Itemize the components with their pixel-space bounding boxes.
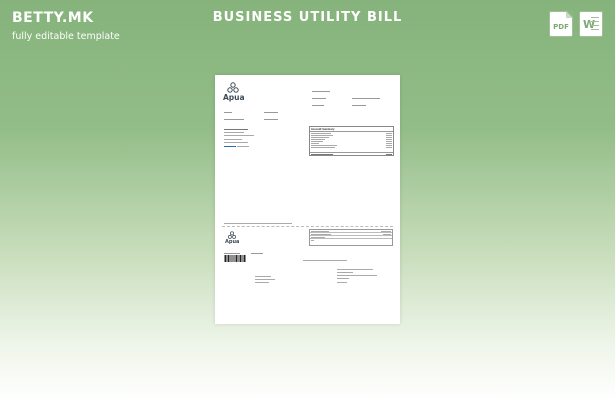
text-line [224,253,240,254]
text-line [264,119,278,120]
summary-total-row [310,152,393,155]
page-title: BUSINESS UTILITY BILL [212,10,403,25]
text-line [312,105,324,106]
word-lines [591,17,599,33]
word-file-icon[interactable]: W [579,11,603,37]
text-line [251,253,263,254]
text-line [224,119,244,120]
text-line [337,272,353,273]
barcode [224,255,246,262]
pdf-label: PDF [553,23,569,31]
text-line [337,278,349,279]
text-line [224,223,292,224]
link-line [224,146,236,147]
bill-preview[interactable]: Apua Account Summary Apua [215,75,400,324]
text-line [337,275,377,276]
text-line [224,139,242,140]
stub-row [310,239,392,245]
text-line [224,129,248,130]
logo-wordmark: Apua [223,93,245,102]
cut-line [222,226,393,227]
text-line [224,135,254,136]
page-fold [566,11,573,18]
text-line [237,146,249,147]
text-line [224,142,248,143]
text-line [337,282,347,283]
text-line [352,98,380,99]
payment-stub-table [309,229,393,246]
brand-tagline: fully editable template [12,31,120,42]
format-icons: PDF W [549,11,603,37]
text-line [224,112,232,113]
text-line [303,260,347,261]
text-line [224,132,244,133]
text-line [264,112,278,113]
pdf-file-icon[interactable]: PDF [549,11,573,37]
stub-logo-wordmark: Apua [225,239,240,245]
account-summary-table: Account Summary [309,126,394,156]
text-line [255,279,275,280]
text-line [352,105,366,106]
text-line [312,91,330,92]
text-line [255,276,271,277]
text-line [337,269,373,270]
text-line [312,98,326,99]
text-line [255,282,269,283]
